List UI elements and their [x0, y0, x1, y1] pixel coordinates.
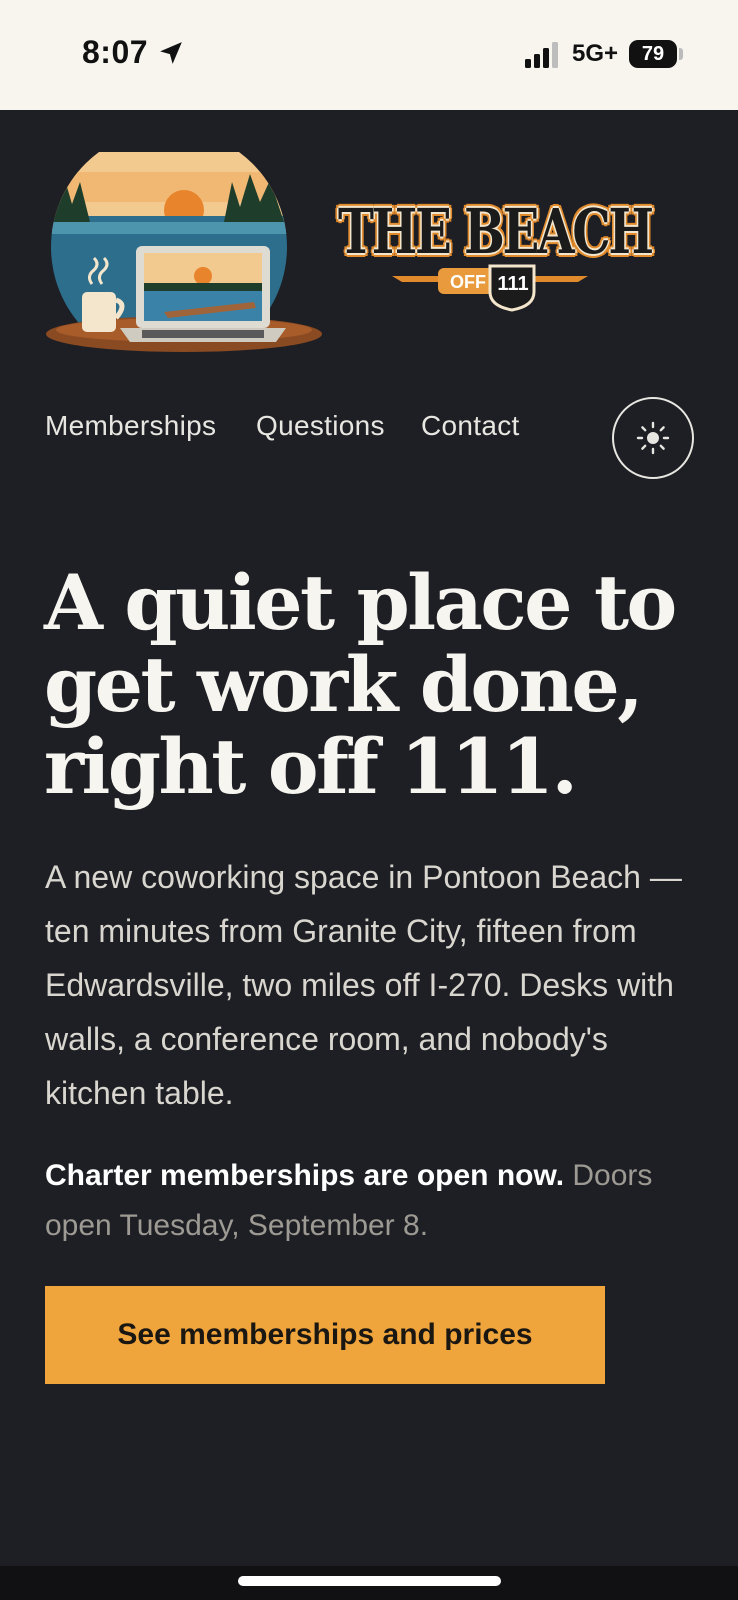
network-label: 5G+ [572, 40, 619, 67]
nav-questions[interactable]: Questions [256, 410, 385, 442]
nav-contact[interactable]: Contact [421, 410, 520, 442]
charter-announcement: Charter memberships are open now. Doors … [45, 1151, 695, 1251]
logo-route-number: 111 [497, 273, 529, 295]
logo-wordmark[interactable]: THE BEACH [338, 196, 654, 268]
hero-title-line: A quiet place to [44, 558, 677, 647]
battery-icon: 79 [629, 40, 677, 68]
sun-icon [636, 421, 670, 455]
hero-title-line: get work done, [44, 640, 644, 729]
hero-description: A new coworking space in Pontoon Beach —… [45, 859, 682, 1111]
nav-memberships[interactable]: Memberships [45, 410, 216, 442]
battery-cap [679, 48, 683, 60]
hero-title: A quiet place to get work done, right of… [44, 562, 684, 808]
charter-bold: Charter memberships are open now. [45, 1159, 565, 1192]
status-bar: 8:07 5G+ 79 [0, 0, 738, 110]
logo-off-label: OFF [450, 272, 486, 292]
logo-illustration[interactable] [44, 152, 324, 364]
see-memberships-button[interactable]: See memberships and prices [45, 1286, 605, 1384]
status-time: 8:07 [82, 34, 149, 70]
signal-bars-icon [525, 42, 558, 68]
theme-toggle-button[interactable] [612, 397, 694, 479]
home-indicator[interactable] [238, 1576, 501, 1586]
hero-title-line: right off 111. [44, 722, 578, 811]
location-arrow-icon [160, 42, 182, 64]
